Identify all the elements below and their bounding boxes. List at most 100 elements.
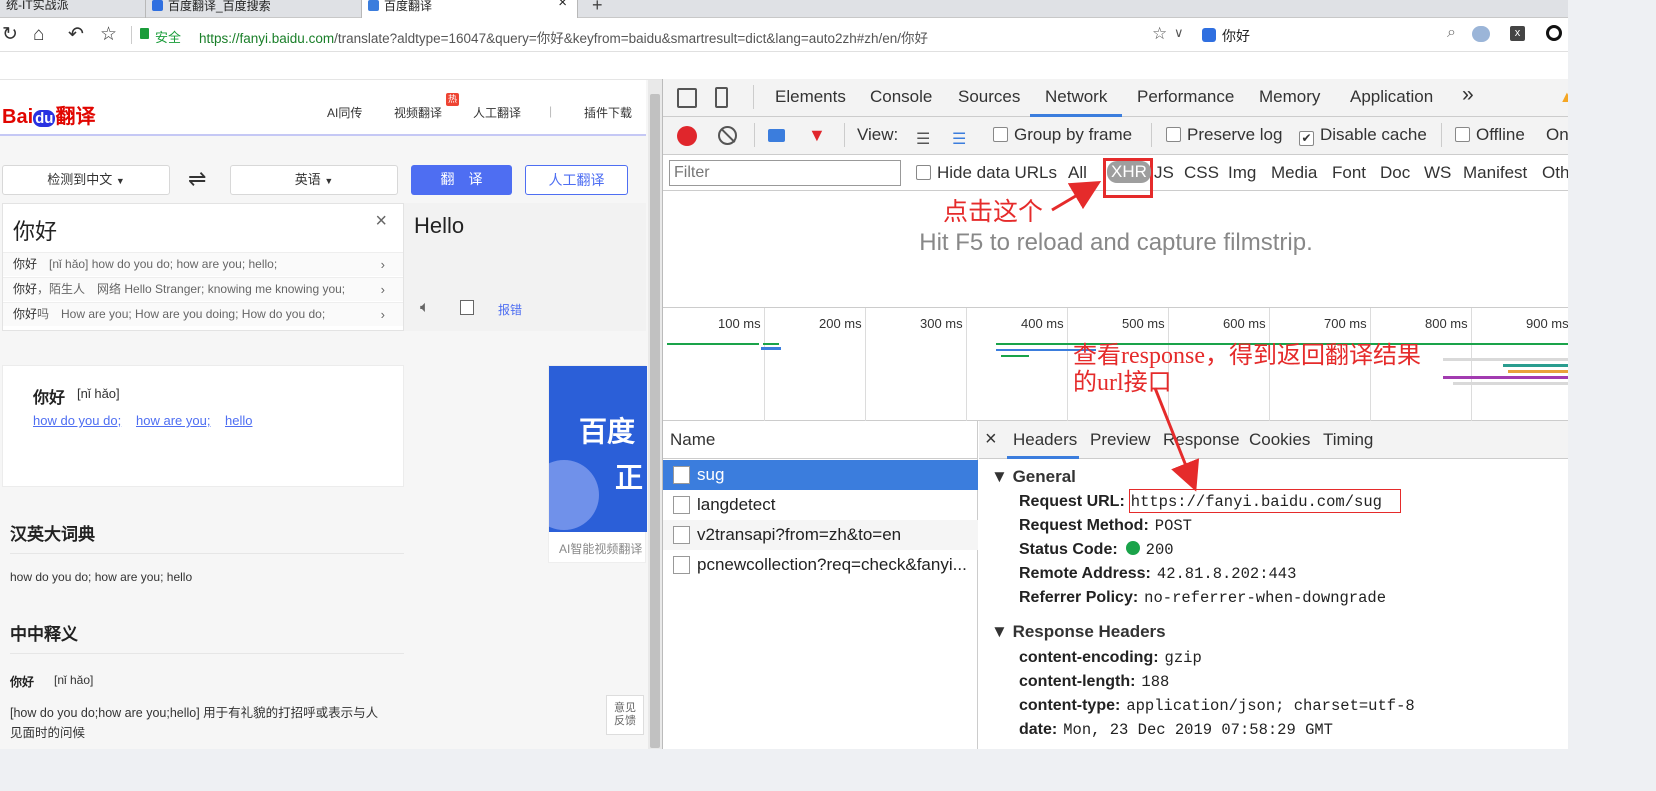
tab-console[interactable]: Console [870,87,932,107]
browser-tab-active[interactable]: 百度翻译 × [362,0,578,18]
waterfall-view-icon[interactable]: ☰ [952,129,966,149]
checkbox[interactable] [1455,127,1470,142]
speaker-icon[interactable]: 🔈︎ [420,299,430,317]
filter-input[interactable]: Filter [669,160,901,186]
detail-tab-headers[interactable]: Headers [1013,430,1077,450]
filter-icon[interactable]: ▼ [808,125,826,146]
feedback-button[interactable]: 意见 反馈 [606,695,644,735]
checkbox[interactable] [993,127,1008,142]
new-tab-button[interactable]: + [592,0,603,16]
tab-performance[interactable]: Performance [1137,87,1234,107]
close-detail-icon[interactable]: × [985,428,997,451]
reload-icon[interactable]: ↻ [2,24,18,46]
record-icon[interactable] [677,126,697,146]
browser-tab[interactable]: 百度翻译_百度搜索 [146,0,362,18]
meaning-link[interactable]: how are you; [136,413,210,428]
request-row[interactable]: pcnewcollection?req=check&fanyi... [663,550,978,580]
more-tabs-icon[interactable]: » [1462,83,1474,107]
clear-input-icon[interactable]: × [375,210,387,233]
nav-human-translate[interactable]: 人工翻译 [473,104,521,121]
type-filter-img[interactable]: Img [1228,163,1256,183]
meaning-link[interactable]: how do you do; [33,413,121,428]
request-row[interactable]: v2transapi?from=zh&to=en [663,520,978,550]
swap-languages-icon[interactable]: ⇌ [188,166,206,192]
browser-tab[interactable]: 统-IT实战派 [0,0,146,18]
warning-icon[interactable]: ▲ [1559,89,1568,107]
screenshot-icon[interactable] [768,129,785,142]
throttling-select[interactable]: On [1546,125,1568,145]
checkbox-checked[interactable]: ✔ [1299,131,1314,146]
request-bar [1001,355,1029,357]
request-bar [1443,358,1568,361]
report-error-link[interactable]: 报错 [498,301,522,318]
type-filter-all[interactable]: All [1068,163,1087,183]
request-row-selected[interactable]: sug [663,460,978,490]
human-translate-button[interactable]: 人工翻译 [525,165,628,195]
page-scrollbar[interactable] [648,80,662,749]
inspect-element-icon[interactable] [677,88,697,108]
response-headers-toggle[interactable]: ▼ Response Headers [991,622,1166,642]
suggestion-item[interactable]: 你好，陌生人 网络 Hello Stranger; knowing me kno… [3,277,403,301]
type-filter-ws[interactable]: WS [1424,163,1451,183]
tab-sources[interactable]: Sources [958,87,1020,107]
checkbox-label: Hide data URLs [937,163,1058,182]
tab-memory[interactable]: Memory [1259,87,1320,107]
type-filter-xhr[interactable]: XHR [1107,161,1151,183]
extension-x-icon[interactable]: x [1510,26,1525,41]
type-filter-font[interactable]: Font [1332,163,1366,183]
target-language-select[interactable]: 英语 ▼ [230,165,398,195]
hide-data-urls-checkbox[interactable]: Hide data URLs [916,163,1057,183]
name-column-header[interactable]: Name [663,421,978,459]
extension-circle-icon[interactable] [1546,25,1562,41]
group-by-frame-checkbox[interactable]: Group by frame [993,125,1132,145]
tab-elements[interactable]: Elements [775,87,846,107]
type-filter-manifest[interactable]: Manifest [1463,163,1527,183]
tab-application[interactable]: Application [1350,87,1433,107]
extension-owl-icon[interactable] [1472,26,1490,42]
meaning-link[interactable]: hello [225,413,252,428]
copy-icon[interactable] [460,300,474,315]
tab-network[interactable]: Network [1045,87,1107,107]
translate-button[interactable]: 翻 译 [411,165,512,195]
detail-tab-preview[interactable]: Preview [1090,430,1150,450]
source-language-select[interactable]: 检测到中文 ▼ [2,165,170,195]
url-field[interactable]: https://fanyi.baidu.com/translate?aldtyp… [199,27,928,47]
checkbox[interactable] [1166,127,1181,142]
star-icon[interactable]: ☆ [100,24,117,46]
ad-banner[interactable]: 百度 正 AI智能视频翻译 [548,365,647,563]
type-filter-other[interactable]: Oth [1542,163,1568,183]
detail-tab-timing[interactable]: Timing [1323,430,1373,450]
detail-tab-cookies[interactable]: Cookies [1249,430,1310,450]
nav-plugin-download[interactable]: 插件下载 [584,104,632,121]
ad-decoration [549,460,599,530]
type-filter-media[interactable]: Media [1271,163,1317,183]
scrollbar-thumb[interactable] [650,94,660,748]
type-filter-css[interactable]: CSS [1184,163,1219,183]
general-section-toggle[interactable]: ▼ General [991,467,1076,487]
offline-checkbox[interactable]: Offline [1455,125,1525,145]
search-box[interactable]: 你好 ⌕ [1196,22,1460,48]
suggestion-item[interactable]: 你好 [nǐ hǎo] how do you do; how are you; … [3,252,403,276]
nav-video-translate[interactable]: 视频翻译 [394,104,442,121]
close-tab-icon[interactable]: × [558,0,567,10]
list-view-icon[interactable]: ☰ [916,129,930,149]
search-icon[interactable]: ⌕ [1447,24,1456,42]
request-row[interactable]: langdetect [663,490,978,520]
device-toolbar-icon[interactable] [715,87,728,108]
undo-icon[interactable]: ↶ [68,24,84,46]
preserve-log-checkbox[interactable]: Preserve log [1166,125,1282,145]
clear-icon[interactable] [718,126,737,145]
type-filter-js[interactable]: JS [1154,163,1174,183]
header-key: Remote Address: [1019,565,1151,582]
bookmark-star-icon[interactable]: ☆ [1152,24,1167,44]
nav-ai-interpret[interactable]: AI同传 [327,104,362,121]
detail-tab-response[interactable]: Response [1163,430,1240,450]
disable-cache-checkbox[interactable]: ✔ Disable cache [1299,125,1427,146]
checkbox[interactable] [916,165,931,180]
type-filter-doc[interactable]: Doc [1380,163,1410,183]
suggestion-item[interactable]: 你好吗 How are you; How are you doing; How … [3,302,403,326]
chevron-down-icon[interactable]: ∨ [1174,25,1184,41]
home-icon[interactable]: ⌂ [33,24,44,46]
source-text-area[interactable]: 你好 × 你好 [nǐ hǎo] how do you do; how are … [2,203,404,331]
baidu-logo[interactable]: Bai du 翻译 [2,100,95,129]
